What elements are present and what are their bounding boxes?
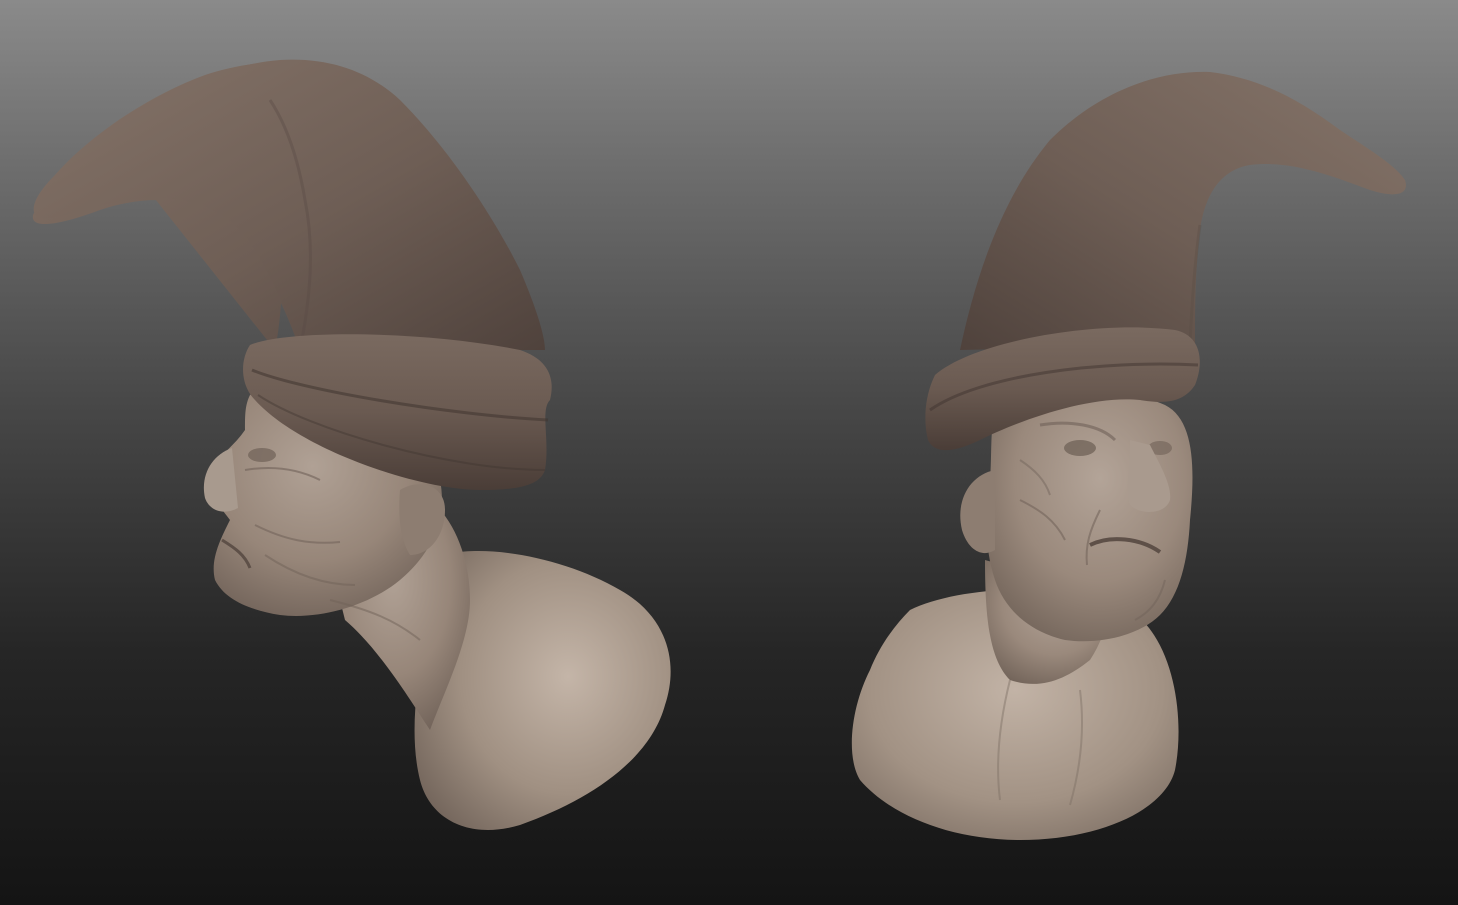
sculpt-render [32, 59, 1406, 840]
sculpt-viewport[interactable] [0, 0, 1458, 905]
bust-three-quarter [851, 71, 1406, 840]
bust-profile [32, 59, 671, 830]
